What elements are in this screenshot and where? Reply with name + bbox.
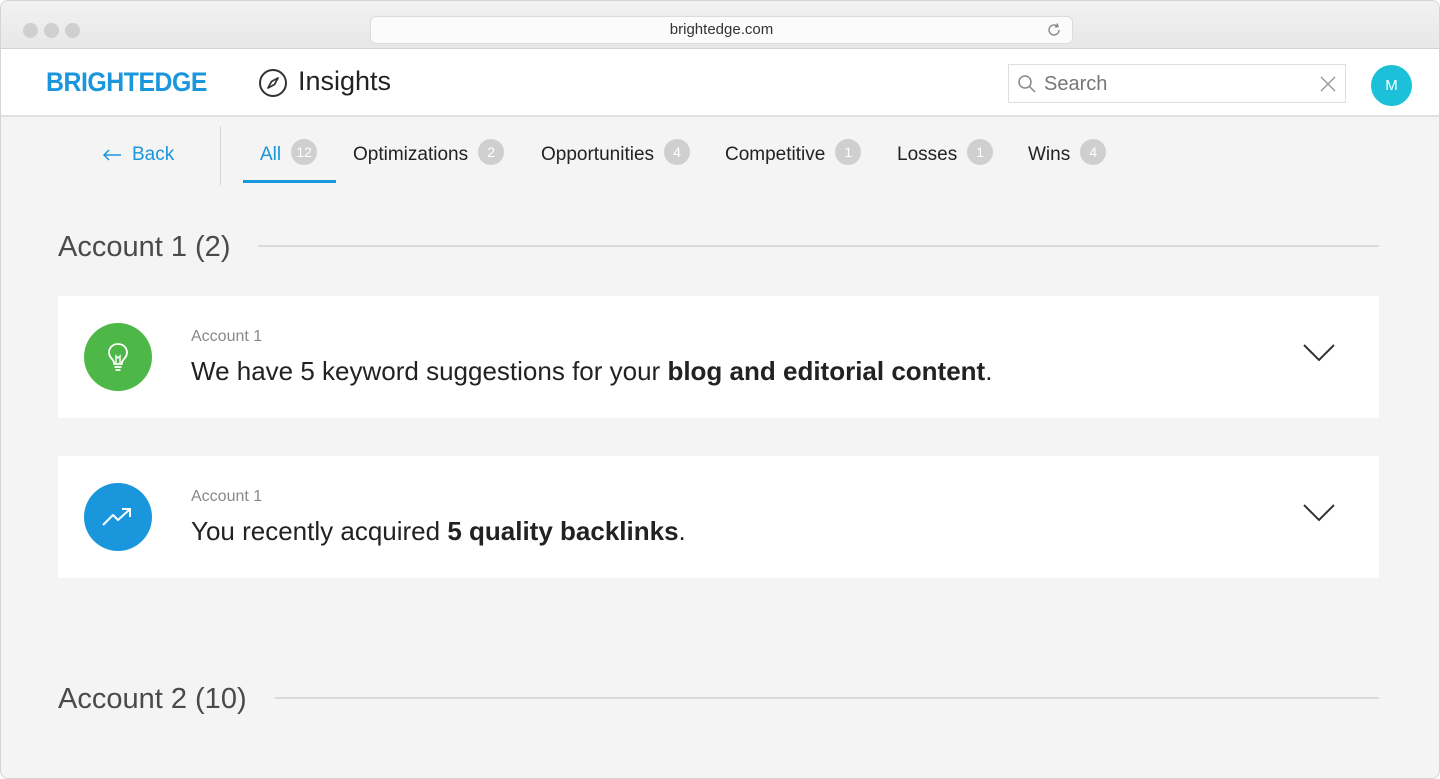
card-message: You recently acquired 5 quality backlink… (191, 516, 686, 546)
close-window-button[interactable] (23, 23, 38, 38)
section-divider (258, 245, 1379, 247)
card-account-label: Account 1 (191, 488, 263, 505)
insight-card[interactable]: Account 1 You recently acquired 5 qualit… (58, 456, 1379, 578)
tab-label: All (260, 144, 282, 165)
count-badge: 4 (1080, 139, 1107, 165)
card-account-label: Account 1 (191, 328, 263, 345)
tab-wins[interactable]: Wins 4 (1028, 139, 1107, 183)
tab-competitive[interactable]: Competitive 1 (725, 139, 862, 183)
count-badge: 1 (967, 139, 994, 165)
insight-card[interactable]: Account 1 We have 5 keyword suggestions … (58, 296, 1379, 418)
back-link[interactable]: Back (102, 144, 174, 166)
section-title: Account 1 (2) (58, 231, 231, 263)
count-badge: 1 (835, 139, 862, 165)
app-header: BRIGHTEDGE Insights M (1, 49, 1439, 117)
trending-up-icon (84, 483, 152, 551)
search-box[interactable] (1008, 64, 1346, 103)
chevron-down-icon[interactable] (1303, 344, 1335, 362)
reload-icon[interactable] (1046, 22, 1062, 38)
tab-opportunities[interactable]: Opportunities 4 (541, 139, 691, 183)
tab-label: Optimizations (353, 144, 469, 165)
section-title: Account 2 (10) (58, 683, 247, 715)
minimize-window-button[interactable] (44, 23, 59, 38)
address-bar[interactable]: brightedge.com (370, 16, 1073, 44)
browser-toolbar: brightedge.com (1, 1, 1439, 49)
compass-icon (259, 69, 287, 97)
tab-label: Wins (1028, 144, 1071, 165)
maximize-window-button[interactable] (65, 23, 80, 38)
tab-losses[interactable]: Losses 1 (897, 139, 994, 183)
tab-label: Opportunities (541, 144, 655, 165)
tab-label: Competitive (725, 144, 826, 165)
back-label: Back (132, 144, 175, 165)
count-badge: 12 (291, 139, 318, 165)
card-message: We have 5 keyword suggestions for your b… (191, 356, 993, 386)
user-avatar[interactable]: M (1371, 65, 1412, 106)
search-input[interactable] (1044, 69, 1304, 99)
tab-label: Losses (897, 144, 958, 165)
tab-optimizations[interactable]: Optimizations 2 (353, 139, 505, 183)
search-icon (1018, 75, 1036, 93)
arrow-left-icon (102, 149, 121, 161)
section-divider (275, 697, 1379, 699)
active-tab-indicator (243, 180, 336, 183)
close-icon[interactable] (1319, 75, 1337, 93)
count-badge: 2 (478, 139, 505, 165)
tab-all[interactable]: All 12 (260, 139, 318, 183)
browser-window: brightedge.com BRIGHTEDGE Insights Searc… (0, 0, 1440, 779)
count-badge: 4 (664, 139, 691, 165)
chevron-down-icon[interactable] (1303, 504, 1335, 522)
lightbulb-icon (84, 323, 152, 391)
nav-divider (220, 126, 221, 185)
window-controls (23, 23, 80, 38)
brightedge-logo[interactable]: BRIGHTEDGE (46, 67, 207, 98)
page-title: Insights (298, 66, 392, 96)
url-text: brightedge.com (669, 21, 774, 38)
